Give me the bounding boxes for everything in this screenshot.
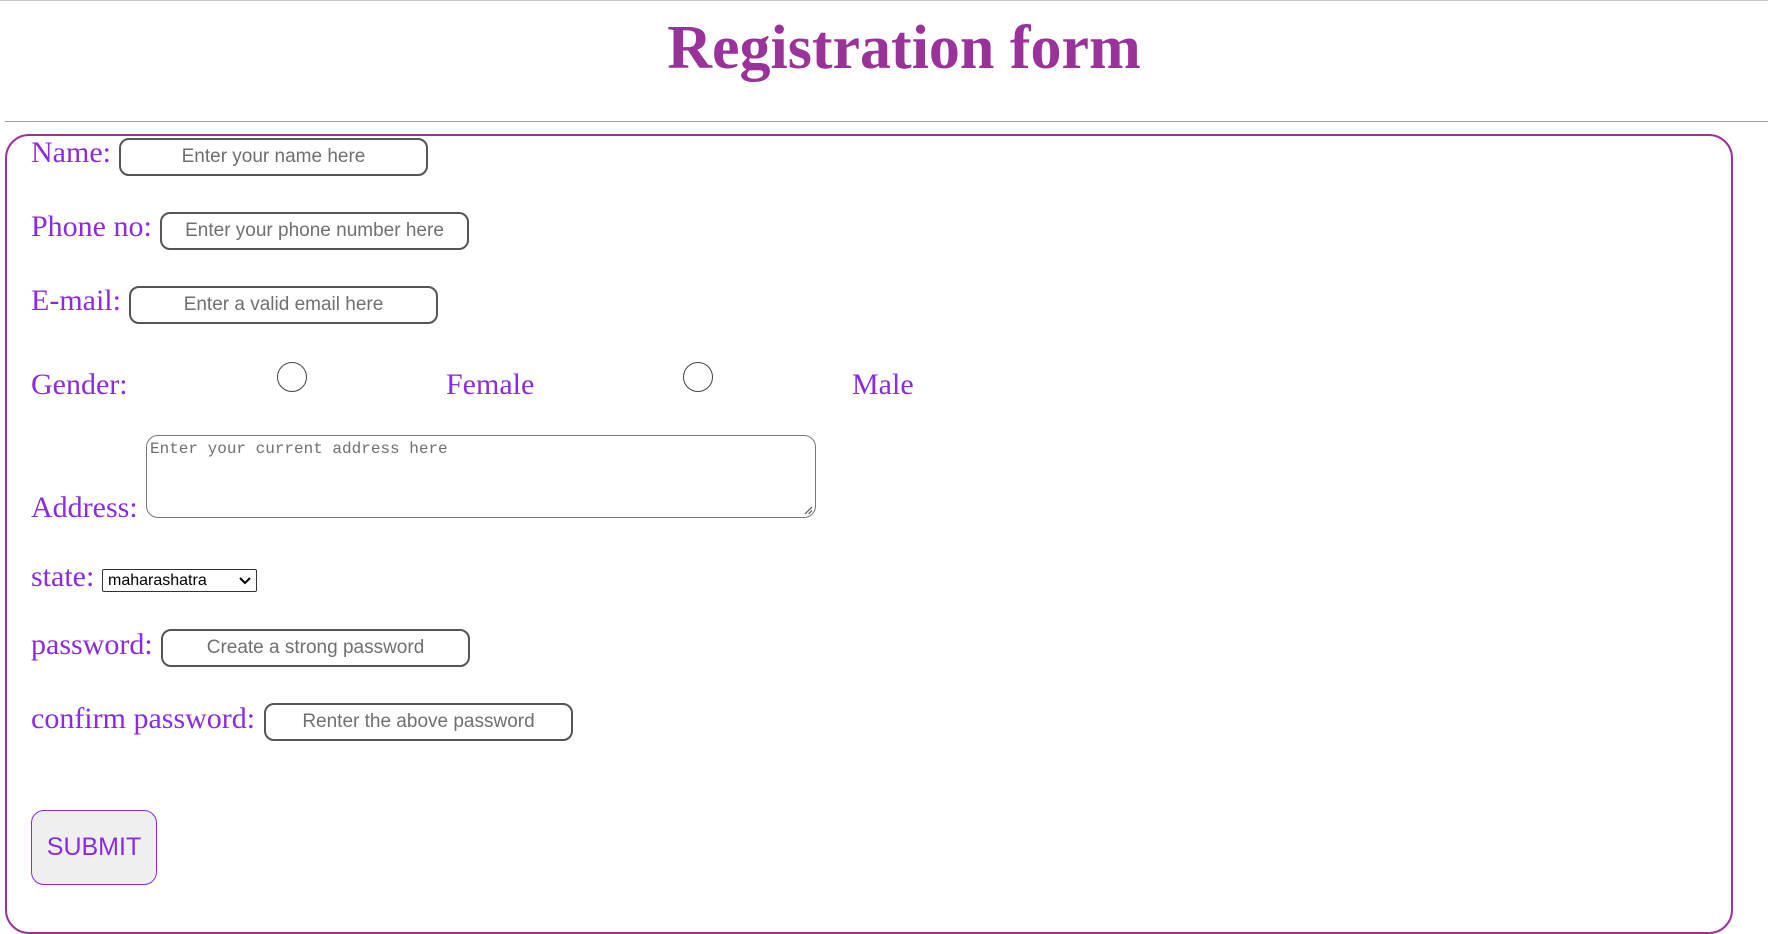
- gender-male-label: Male: [852, 368, 914, 401]
- registration-form-container: [5, 134, 1733, 934]
- gender-female-label: Female: [446, 368, 535, 401]
- confirm-password-label: confirm password:: [31, 702, 256, 735]
- password-input[interactable]: [161, 629, 470, 667]
- email-input[interactable]: [129, 286, 438, 324]
- state-selected-value: maharashatra: [108, 572, 207, 589]
- name-label: Name:: [31, 136, 111, 169]
- state-select[interactable]: maharashatra: [102, 569, 257, 592]
- email-label: E-mail:: [31, 284, 121, 317]
- confirm-password-input[interactable]: [264, 703, 573, 741]
- header-divider: [5, 121, 1768, 122]
- phone-input[interactable]: [160, 212, 469, 250]
- phone-label: Phone no:: [31, 210, 152, 243]
- state-label: state:: [31, 560, 95, 593]
- gender-male-radio[interactable]: [683, 362, 713, 392]
- gender-label: Gender:: [31, 368, 128, 401]
- gender-female-radio[interactable]: [277, 362, 307, 392]
- chevron-down-icon: [239, 577, 251, 585]
- address-label: Address:: [31, 491, 138, 524]
- submit-button[interactable]: SUBMIT: [31, 810, 157, 885]
- page-title: Registration form: [667, 14, 1141, 82]
- name-input[interactable]: [119, 138, 428, 176]
- address-textarea[interactable]: [146, 435, 816, 518]
- password-label: password:: [31, 628, 153, 661]
- textarea-resize-handle[interactable]: [803, 505, 813, 515]
